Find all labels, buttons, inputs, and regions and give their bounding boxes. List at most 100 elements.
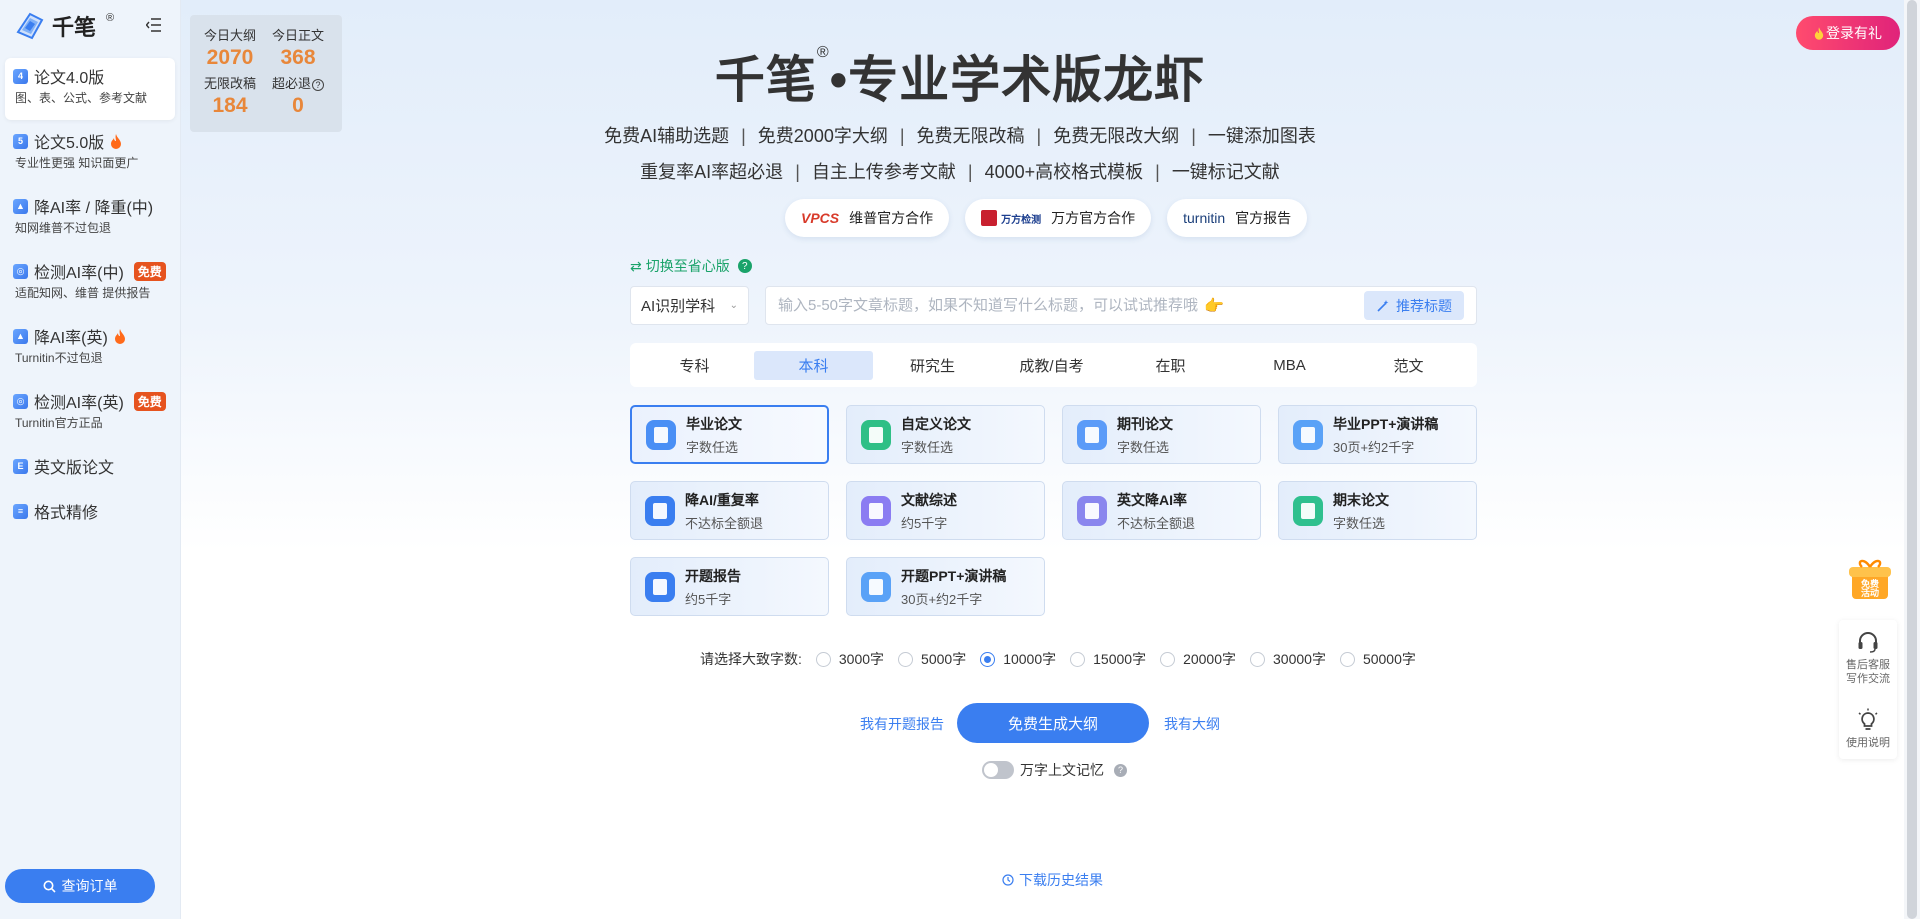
card-title: 开题PPT+演讲稿 xyxy=(901,567,1007,584)
sidebar-item-reduce-ai-en[interactable]: ▲ 降AI率(英) Turnitin不过包退 xyxy=(5,318,175,378)
separator: | xyxy=(1191,126,1196,146)
sidebar-item-label: 检测AI率(中) xyxy=(34,265,124,282)
card-literature-review[interactable]: 文献综述 约5千字 xyxy=(846,481,1045,540)
presentation-icon xyxy=(1293,419,1323,450)
user-guide-button[interactable]: 使用说明 xyxy=(1839,708,1897,750)
tab-undergraduate[interactable]: 本科 xyxy=(754,350,873,380)
card-proposal-ppt[interactable]: 开题PPT+演讲稿 30页+约2千字 xyxy=(846,557,1045,616)
query-order-label: 查询订单 xyxy=(61,878,118,894)
feature-item: 免费AI辅助选题 xyxy=(604,126,730,146)
word-count-option[interactable]: 30000字 xyxy=(1250,649,1326,669)
card-subtitle: 不达标全额退 xyxy=(1117,515,1196,531)
wanfang-logo-icon xyxy=(981,210,998,226)
free-badge: 免费 xyxy=(133,391,166,411)
recommend-label: 推荐标题 xyxy=(1396,297,1452,314)
sidebar-item-label: 降AI率(英) xyxy=(34,330,108,347)
page-scrollbar[interactable] xyxy=(1904,0,1920,919)
service-label-line-2: 写作交流 xyxy=(1846,673,1890,685)
feature-item: 一键标记文献 xyxy=(1171,162,1280,182)
partners-row: VPCS 维普官方合作 万方检测 万方官方合作 turnitin 官方报告 xyxy=(785,199,1308,237)
clock-icon xyxy=(1002,874,1014,886)
partner-label: 维普官方合作 xyxy=(849,210,934,226)
card-subtitle: 字数任选 xyxy=(1333,515,1386,531)
pen-icon xyxy=(861,419,891,450)
card-english-reduce-ai[interactable]: 英文降AI率 不达标全额退 xyxy=(1062,481,1261,540)
sidebar-item-detect-ai-en[interactable]: ◎ 检测AI率(英) 免费 Turnitin官方正品 xyxy=(5,383,175,443)
feature-item: 免费无限改稿 xyxy=(916,126,1025,146)
scrollbar-thumb[interactable] xyxy=(1907,0,1917,919)
sidebar-item-detect-ai-cn[interactable]: ◎ 检测AI率(中) 免费 适配知网、维普 提供报告 xyxy=(5,253,175,313)
history-label: 下载历史结果 xyxy=(1019,872,1103,888)
have-outline-link[interactable]: 我有大纲 xyxy=(1164,714,1220,734)
have-proposal-link[interactable]: 我有开题报告 xyxy=(860,714,944,734)
query-order-button[interactable]: 查询订单 xyxy=(5,869,155,903)
word-count-option-label: 30000字 xyxy=(1273,651,1326,667)
tab-junior-college[interactable]: 专科 xyxy=(635,351,754,380)
memory-toggle[interactable] xyxy=(982,761,1014,779)
partner-vpcs[interactable]: VPCS 维普官方合作 xyxy=(785,199,950,237)
card-journal-paper[interactable]: 期刊论文 字数任选 xyxy=(1062,405,1261,464)
paper-icon xyxy=(1293,495,1323,526)
title-tagline: •专业学术版龙虾 xyxy=(829,52,1206,108)
sidebar-item-subtitle: 适配知网、维普 提供报告 xyxy=(15,286,151,300)
help-icon[interactable]: ? xyxy=(1114,763,1127,777)
turnitin-logo: turnitin xyxy=(1183,210,1226,226)
switch-arrows-icon: ⇄ xyxy=(630,257,642,274)
partner-turnitin[interactable]: turnitin 官方报告 xyxy=(1167,199,1308,237)
radio-icon xyxy=(898,651,914,667)
card-custom-thesis[interactable]: 自定义论文 字数任选 xyxy=(846,405,1045,464)
search-icon xyxy=(43,880,56,893)
list-icon xyxy=(861,495,891,526)
reduce-icon xyxy=(645,495,675,526)
topic-input[interactable] xyxy=(778,297,1364,314)
word-count-option[interactable]: 5000字 xyxy=(898,649,966,669)
switch-simple-mode[interactable]: ⇄ 切换至省心版 ? xyxy=(630,256,752,276)
word-count-option[interactable]: 50000字 xyxy=(1339,649,1416,669)
word-count-option[interactable]: 3000字 xyxy=(815,649,885,669)
detect-icon: ◎ xyxy=(13,393,28,409)
sidebar-item-format-polish[interactable]: ≡ 格式精修 xyxy=(5,493,175,533)
card-subtitle: 30页+约2千字 xyxy=(901,591,983,607)
radio-icon xyxy=(1160,651,1176,667)
generate-outline-button[interactable]: 免费生成大纲 xyxy=(957,703,1149,743)
word-count-option-label: 5000字 xyxy=(921,651,967,667)
tab-sample[interactable]: 范文 xyxy=(1349,351,1468,380)
customer-service-button[interactable]: 售后客服 写作交流 xyxy=(1839,630,1897,686)
tab-mba[interactable]: MBA xyxy=(1230,351,1349,380)
tab-on-job[interactable]: 在职 xyxy=(1111,351,1230,380)
tab-graduate[interactable]: 研究生 xyxy=(873,351,992,380)
word-count-option-selected[interactable]: 10000字 xyxy=(980,649,1056,669)
vpcs-logo: VPCS xyxy=(801,210,840,226)
word-count-option-label: 3000字 xyxy=(838,651,885,667)
card-graduation-thesis[interactable]: 毕业论文 字数任选 xyxy=(630,405,829,464)
sidebar-item-subtitle: 知网维普不过包退 xyxy=(15,221,112,235)
word-count-option[interactable]: 20000字 xyxy=(1160,649,1236,669)
sidebar-item-reduce-ai-cn[interactable]: ▲ 降AI率 / 降重(中) 知网维普不过包退 xyxy=(5,188,175,248)
fire-icon xyxy=(114,328,125,344)
sidebar-item-label: 英文版论文 xyxy=(34,460,115,477)
report-icon xyxy=(645,571,675,602)
sidebar-item-subtitle: Turnitin不过包退 xyxy=(15,351,103,365)
tab-adult-education[interactable]: 成教/自考 xyxy=(992,351,1111,380)
gift-activity-button[interactable]: 免费 活动 xyxy=(1846,555,1894,603)
radio-icon xyxy=(1250,651,1266,667)
card-subtitle: 30页+约2千字 xyxy=(1333,439,1415,455)
sidebar-collapse-icon[interactable] xyxy=(144,15,164,35)
login-gift-button[interactable]: 登录有礼 xyxy=(1796,16,1900,50)
recommend-title-button[interactable]: 推荐标题 xyxy=(1364,291,1464,320)
card-proposal-report[interactable]: 开题报告 约5千字 xyxy=(630,557,829,616)
radio-icon xyxy=(1070,651,1086,667)
card-reduce-ai[interactable]: 降AI/重复率 不达标全额退 xyxy=(630,481,829,540)
card-graduation-ppt[interactable]: 毕业PPT+演讲稿 30页+约2千字 xyxy=(1278,405,1477,464)
sidebar-item-english-thesis[interactable]: E 英文版论文 xyxy=(5,448,175,488)
degree-tabs: 专科 本科 研究生 成教/自考 在职 MBA 范文 xyxy=(630,343,1477,387)
brand-logo[interactable]: 千笔 ® xyxy=(14,10,114,42)
download-history-link[interactable]: 下载历史结果 xyxy=(1002,870,1103,890)
help-icon[interactable]: ? xyxy=(737,259,752,273)
memory-label: 万字上文记忆 xyxy=(1020,762,1104,778)
card-final-paper[interactable]: 期末论文 字数任选 xyxy=(1278,481,1477,540)
word-count-option[interactable]: 15000字 xyxy=(1070,649,1146,669)
wanfang-logo-text: 万方检测 xyxy=(1001,214,1042,226)
partner-wanfang[interactable]: 万方检测 万方官方合作 xyxy=(965,199,1152,237)
subject-select[interactable]: AI识别学科 ⌄ xyxy=(630,286,749,325)
